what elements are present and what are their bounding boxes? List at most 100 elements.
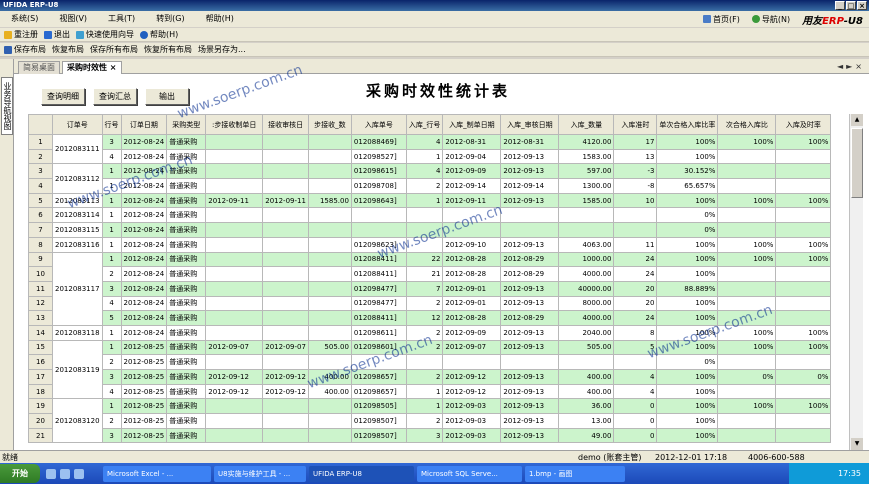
table-cell[interactable]: 普通采购 [166,310,207,326]
table-cell[interactable]: 2012-08-25 [120,413,168,429]
table-cell[interactable] [307,427,352,444]
table-cell[interactable] [205,163,264,180]
table-cell[interactable] [717,178,777,194]
table-cell[interactable]: 4 [101,383,122,400]
table-cell[interactable]: 普通采购 [166,222,207,238]
table-cell[interactable]: 4 [613,383,658,400]
table-cell[interactable]: 1 [405,192,444,209]
table-cell[interactable] [717,207,777,224]
table-cell[interactable]: 0% [656,222,719,238]
table-cell[interactable]: 普通采购 [166,280,207,297]
table-cell[interactable]: 400.00 [558,383,615,400]
table-cell[interactable]: 2040.00 [558,324,615,341]
menu-tools[interactable]: 工具(T) [97,11,145,27]
table-cell[interactable] [775,148,832,165]
table-cell[interactable]: 4000.00 [558,266,615,282]
table-cell[interactable]: 5 [613,339,658,356]
table-row[interactable]: 9 2012083117 1 2012-08-24 普通采购 012088411] 22 20… [28,251,832,326]
table-cell[interactable]: 2012-09-04 [442,148,502,165]
table-cell[interactable]: 2012-08-24 [120,163,168,180]
table-cell[interactable]: 30.152% [656,163,719,180]
table-cell[interactable] [442,222,502,238]
table-cell[interactable]: 2012-08-24 [120,192,168,209]
table-cell[interactable] [205,324,264,341]
table-cell[interactable] [717,222,777,238]
taskbar-item-paint[interactable]: 1.bmp - 画图 [525,465,625,482]
table-cell[interactable] [350,207,407,224]
table-cell[interactable] [262,280,309,297]
table-cell[interactable]: 2012-09-01 [442,280,502,297]
table-cell[interactable]: 2012-08-28 [442,310,502,326]
table-cell[interactable]: 2012-09-03 [442,427,502,444]
table-cell[interactable] [307,178,352,194]
table-row[interactable]: 19 2012083120 1 2012-08-25 普通采购 012098505] 1 20… [28,398,832,444]
table-cell[interactable]: 4063.00 [558,236,615,253]
table-cell[interactable]: 4 [405,134,444,150]
table-cell[interactable]: 4120.00 [558,134,615,150]
table-cell[interactable]: 0% [656,354,719,370]
table-cell[interactable] [717,266,777,282]
table-cell[interactable]: 普通采购 [166,266,207,282]
table-cell[interactable]: 100% [656,266,719,282]
table-cell[interactable]: 012088411] [350,310,407,326]
table-row[interactable]: 11 3 2012-08-24 普通采购 012098477] 7 2012-09-01 20… [28,280,832,297]
table-cell[interactable]: 100% [656,369,719,385]
table-cell[interactable]: 100% [775,251,832,268]
table-cell[interactable]: 普通采购 [166,178,207,194]
table-cell[interactable] [205,251,264,268]
table-cell[interactable]: 0% [717,369,777,385]
table-cell[interactable]: 2012-08-25 [120,369,168,385]
table-cell[interactable]: 1 [405,383,444,400]
table-cell[interactable] [613,207,658,224]
table-cell[interactable]: 100% [717,324,777,341]
ie-icon[interactable] [46,468,56,479]
table-cell[interactable]: 012098708] [350,178,407,194]
table-cell[interactable]: 100% [656,398,719,415]
table-cell[interactable]: 普通采购 [166,369,207,385]
table-cell[interactable]: 100% [775,339,832,356]
table-cell[interactable] [775,310,832,326]
table-cell[interactable]: 2012-09-14 [500,178,560,194]
table-cell[interactable]: 1 [101,398,122,415]
table-cell[interactable]: 100% [717,134,777,150]
table-cell[interactable] [205,266,264,282]
table-cell[interactable]: 65.657% [656,178,719,194]
table-cell[interactable] [717,163,777,180]
table-cell[interactable] [307,266,352,282]
table-cell[interactable] [262,413,309,429]
table-cell[interactable]: 0% [656,207,719,224]
table-cell[interactable] [350,222,407,238]
table-cell[interactable]: 505.00 [307,339,352,356]
table-cell[interactable]: 100% [656,148,719,165]
table-cell[interactable] [262,178,309,194]
table-cell[interactable]: 1 [101,251,122,268]
table-cell[interactable] [500,354,560,370]
table-cell[interactable]: 100% [775,236,832,253]
table-cell[interactable] [717,148,777,165]
table-cell[interactable] [613,222,658,238]
table-cell[interactable]: 2012-09-07 [262,339,309,356]
table-cell[interactable] [262,207,309,224]
table-cell[interactable]: 1 [101,178,122,194]
table-cell[interactable] [205,310,264,326]
table-cell[interactable] [262,236,309,253]
table-cell[interactable]: 普通采购 [166,207,207,224]
table-cell[interactable]: 2012-08-24 [120,178,168,194]
col-header[interactable]: 入库准时 [613,114,658,135]
table-cell[interactable] [717,295,777,312]
table-cell[interactable]: 3 [101,280,122,297]
table-cell[interactable]: 2012-08-25 [120,339,168,356]
table-cell[interactable] [717,383,777,400]
table-cell[interactable]: 3 [101,134,122,150]
table-cell[interactable]: 2012-09-12 [205,383,264,400]
table-cell[interactable]: 012088411] [350,266,407,282]
table-row[interactable]: 8 2012083116 1 2012-08-24 普通采购 012098623] 2012… [28,236,832,253]
table-cell[interactable] [307,207,352,224]
table-row[interactable]: 15 2012083119 1 2012-08-25 普通采购 2012-09-07 201… [28,339,832,400]
table-cell[interactable]: 505.00 [558,339,615,356]
table-cell[interactable] [442,207,502,224]
table-cell[interactable] [307,222,352,238]
table-cell[interactable]: 2012-08-31 [500,134,560,150]
table-cell[interactable] [717,354,777,370]
table-row[interactable]: 17 3 2012-08-25 普通采购 2012-09-12 2012-09-12 400… [28,369,832,385]
